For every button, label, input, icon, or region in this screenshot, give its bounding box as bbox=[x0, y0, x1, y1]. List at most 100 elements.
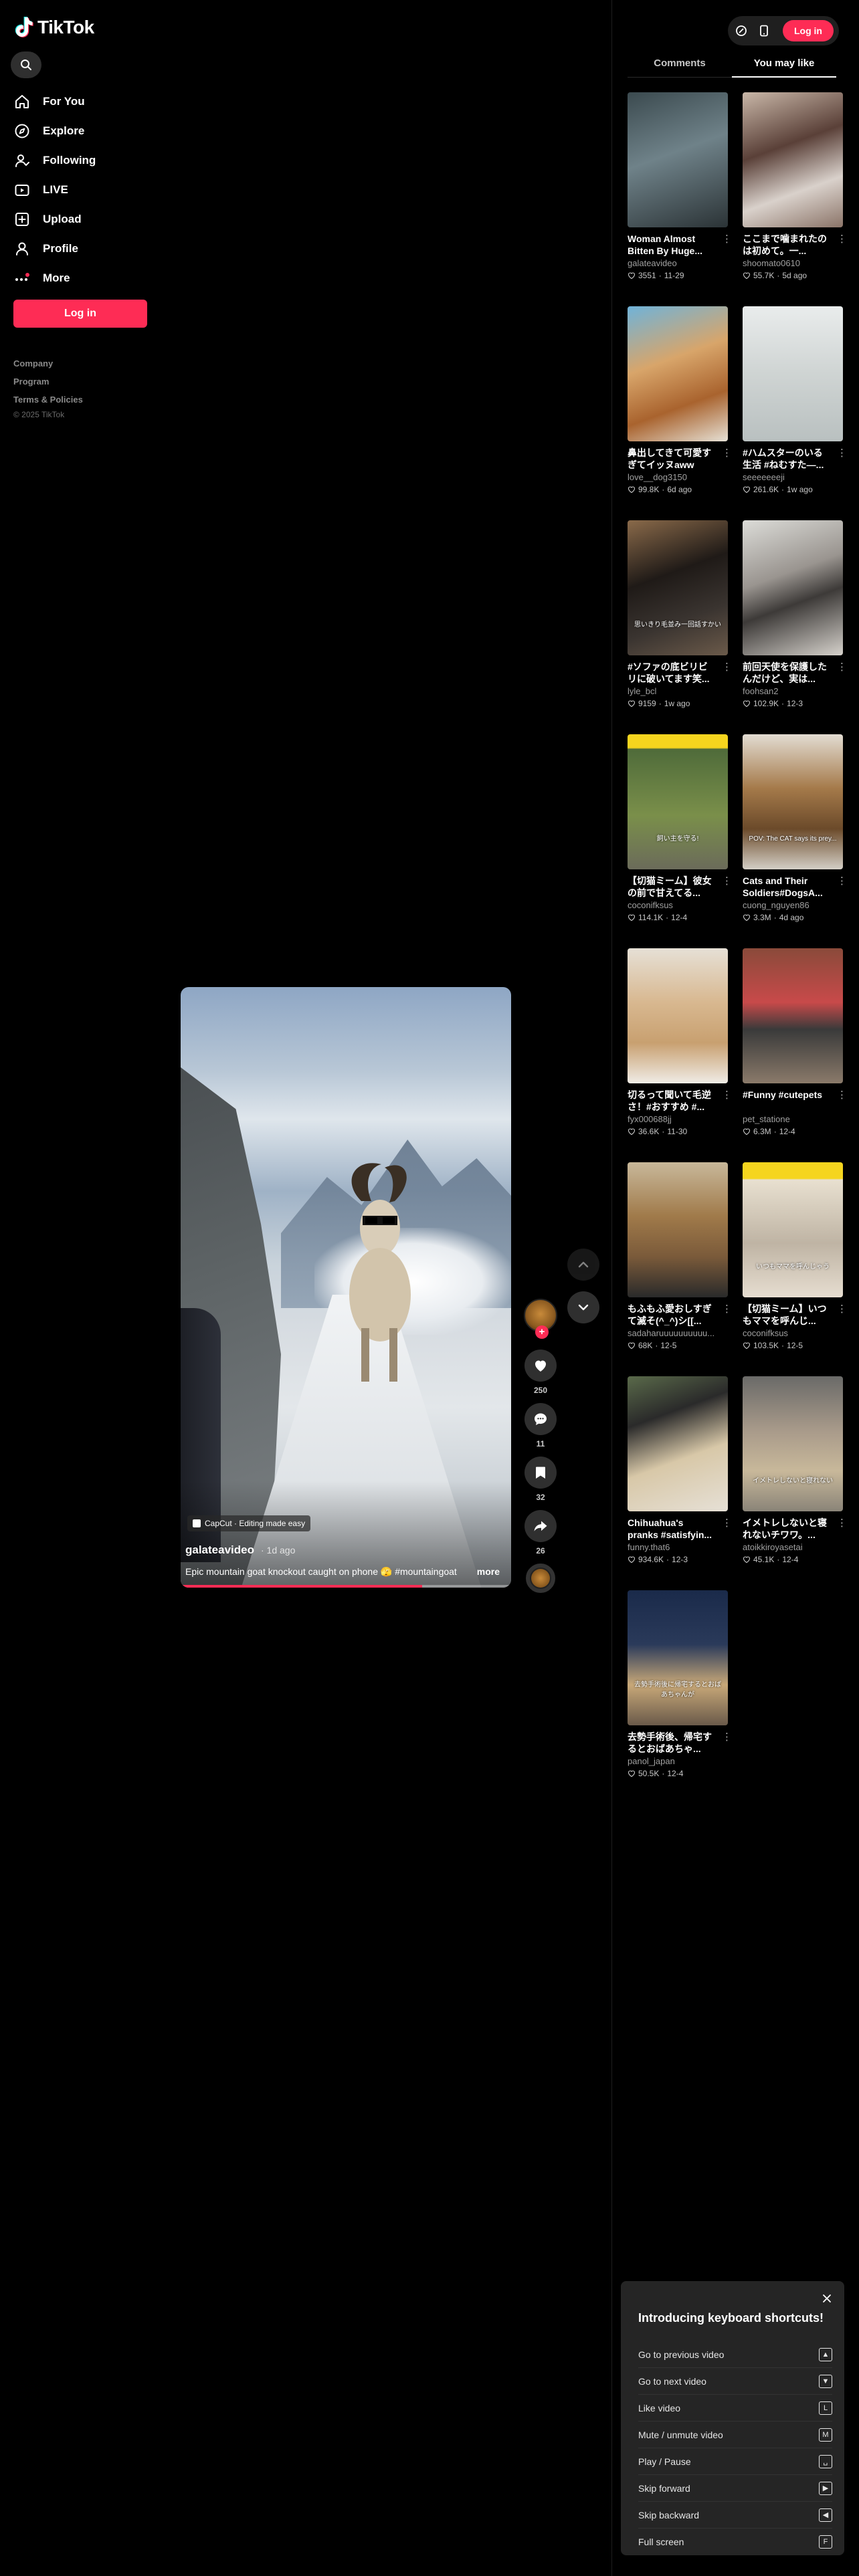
more-options-icon[interactable]: ⋮ bbox=[837, 1089, 847, 1101]
card-title[interactable]: 【切猫ミーム】いつもママを呼んじ... bbox=[743, 1303, 828, 1327]
card-author[interactable]: pet_statione bbox=[743, 1114, 843, 1125]
card-title[interactable]: #Funny #cutepets bbox=[743, 1089, 828, 1113]
card-author[interactable]: love__dog3150 bbox=[628, 472, 728, 483]
card-title[interactable]: ここまで噛まれたのは初めて。一... bbox=[743, 233, 828, 257]
more-options-icon[interactable]: ⋮ bbox=[722, 1517, 732, 1529]
card-author[interactable]: sadaharuuuuuuuuuu... bbox=[628, 1328, 728, 1339]
card-title[interactable]: 去勢手術後、帰宅するとおばあちゃ... bbox=[628, 1731, 713, 1755]
card-title[interactable]: Chihuahua's pranks #satisfyin... bbox=[628, 1517, 713, 1541]
video-progress-bar[interactable] bbox=[181, 1585, 511, 1588]
more-options-icon[interactable]: ⋮ bbox=[837, 875, 847, 887]
recommended-video-card[interactable]: 去勢手術後に帰宅するとおばあちゃんが 去勢手術後、帰宅するとおばあちゃ... ⋮… bbox=[628, 1590, 732, 1791]
capcut-badge[interactable]: CapCut · Editing made easy bbox=[187, 1515, 311, 1531]
nav-item-upload[interactable]: Upload bbox=[13, 205, 154, 234]
video-thumbnail[interactable] bbox=[628, 92, 728, 227]
video-thumbnail[interactable] bbox=[743, 948, 843, 1083]
card-title[interactable]: 切るって聞いて毛逆さ！#おすすめ #... bbox=[628, 1089, 713, 1113]
more-options-icon[interactable]: ⋮ bbox=[722, 1303, 732, 1315]
video-thumbnail[interactable]: POV: The CAT says its prey... bbox=[743, 734, 843, 869]
video-thumbnail[interactable] bbox=[628, 1162, 728, 1297]
card-author[interactable]: galateavideo bbox=[628, 258, 728, 269]
video-thumbnail[interactable] bbox=[628, 948, 728, 1083]
tiktok-logo[interactable]: TikTok bbox=[15, 16, 94, 39]
card-author[interactable]: seeeeeeeji bbox=[743, 472, 843, 483]
card-author[interactable]: cuong_nguyen86 bbox=[743, 900, 843, 911]
previous-video-button[interactable] bbox=[567, 1249, 599, 1281]
music-disc-icon[interactable] bbox=[526, 1564, 555, 1593]
card-title[interactable]: 鼻出してきて可愛すぎてイッヌaww bbox=[628, 447, 713, 471]
video-thumbnail[interactable] bbox=[743, 520, 843, 655]
comment-button[interactable] bbox=[524, 1403, 557, 1435]
more-options-icon[interactable]: ⋮ bbox=[837, 1517, 847, 1529]
author-avatar[interactable]: + bbox=[524, 1299, 557, 1339]
video-thumbnail[interactable]: イメトレしないと寝れない bbox=[743, 1376, 843, 1511]
more-options-icon[interactable]: ⋮ bbox=[722, 1089, 732, 1101]
card-author[interactable]: lyle_bcl bbox=[628, 686, 728, 697]
video-thumbnail[interactable]: 思いきり毛並み一回話すかい bbox=[628, 520, 728, 655]
footer-link-company[interactable]: Company bbox=[13, 354, 83, 372]
sidebar-login-button[interactable]: Log in bbox=[13, 300, 147, 328]
more-options-icon[interactable]: ⋮ bbox=[837, 447, 847, 459]
phone-app-icon[interactable] bbox=[756, 23, 772, 39]
recommended-video-card[interactable]: もふもふ愛おしすぎて滅そ(^_^)シ[[... ⋮ sadaharuuuuuuu… bbox=[628, 1162, 732, 1363]
tab-you-may-like[interactable]: You may like bbox=[732, 53, 836, 78]
video-thumbnail[interactable] bbox=[628, 1376, 728, 1511]
more-options-icon[interactable]: ⋮ bbox=[722, 1731, 732, 1743]
video-thumbnail[interactable] bbox=[743, 92, 843, 227]
save-button[interactable] bbox=[524, 1457, 557, 1489]
recommended-video-card[interactable]: イメトレしないと寝れない イメトレしないと寝れないチワワ。... ⋮ atoik… bbox=[743, 1376, 847, 1577]
card-author[interactable]: atoikkiroyasetai bbox=[743, 1542, 843, 1553]
card-author[interactable]: coconifksus bbox=[743, 1328, 843, 1339]
nav-item-more[interactable]: More bbox=[13, 263, 154, 293]
more-options-icon[interactable]: ⋮ bbox=[722, 447, 732, 459]
nav-item-live[interactable]: LIVE bbox=[13, 175, 154, 205]
card-title[interactable]: イメトレしないと寝れないチワワ。... bbox=[743, 1517, 828, 1541]
footer-link-program[interactable]: Program bbox=[13, 372, 83, 391]
search-button[interactable] bbox=[11, 51, 41, 78]
more-options-icon[interactable]: ⋮ bbox=[722, 661, 732, 673]
more-options-icon[interactable]: ⋮ bbox=[837, 1303, 847, 1315]
card-title[interactable]: #ソファの底ビリビリに破いてます笑... bbox=[628, 661, 713, 685]
video-thumbnail[interactable]: いつもママを呼んじゃう bbox=[743, 1162, 843, 1297]
card-author[interactable]: panol_japan bbox=[628, 1756, 728, 1767]
video-thumbnail[interactable] bbox=[743, 306, 843, 441]
tab-comments[interactable]: Comments bbox=[628, 53, 732, 77]
nav-item-profile[interactable]: Profile bbox=[13, 234, 154, 263]
recommended-video-card[interactable]: POV: The CAT says its prey... Cats and T… bbox=[743, 734, 847, 935]
footer-link-terms[interactable]: Terms & Policies bbox=[13, 391, 83, 409]
header-login-button[interactable]: Log in bbox=[783, 20, 834, 41]
card-author[interactable]: funny.that6 bbox=[628, 1542, 728, 1553]
video-thumbnail[interactable]: 去勢手術後に帰宅するとおばあちゃんが bbox=[628, 1590, 728, 1725]
recommended-video-card[interactable]: 切るって聞いて毛逆さ！#おすすめ #... ⋮ fyx000688jj 36.6… bbox=[628, 948, 732, 1149]
recommended-video-card[interactable]: Woman Almost Bitten By Huge... ⋮ galatea… bbox=[628, 92, 732, 293]
card-title[interactable]: #ハムスターのいる生活 #ねむすた—... bbox=[743, 447, 828, 471]
more-options-icon[interactable]: ⋮ bbox=[722, 233, 732, 245]
nav-item-for-you[interactable]: For You bbox=[13, 87, 154, 116]
card-author[interactable]: shoomato0610 bbox=[743, 258, 843, 269]
card-title[interactable]: 前回天使を保護したんだけど、実は... bbox=[743, 661, 828, 685]
recommended-video-card[interactable]: ここまで噛まれたのは初めて。一... ⋮ shoomato0610 55.7K … bbox=[743, 92, 847, 293]
coin-icon[interactable] bbox=[733, 23, 749, 39]
card-title[interactable]: 【切猫ミーム】彼女の前で甘えてる... bbox=[628, 875, 713, 899]
more-options-icon[interactable]: ⋮ bbox=[837, 233, 847, 245]
close-button[interactable] bbox=[820, 2292, 834, 2305]
video-thumbnail[interactable] bbox=[628, 306, 728, 441]
card-author[interactable]: foohsan2 bbox=[743, 686, 843, 697]
card-title[interactable]: Woman Almost Bitten By Huge... bbox=[628, 233, 713, 257]
like-button[interactable] bbox=[524, 1350, 557, 1382]
card-title[interactable]: Cats and Their Soldiers#DogsA... bbox=[743, 875, 828, 899]
nav-item-explore[interactable]: Explore bbox=[13, 116, 154, 146]
card-author[interactable]: coconifksus bbox=[628, 900, 728, 911]
recommended-video-card[interactable]: #ハムスターのいる生活 #ねむすた—... ⋮ seeeeeeeji 261.6… bbox=[743, 306, 847, 507]
recommended-video-card[interactable]: #Funny #cutepets ⋮ pet_statione 6.3M · 1… bbox=[743, 948, 847, 1149]
more-options-icon[interactable]: ⋮ bbox=[722, 875, 732, 887]
recommended-video-card[interactable]: 飼い主を守る! 【切猫ミーム】彼女の前で甘えてる... ⋮ coconifksu… bbox=[628, 734, 732, 935]
more-options-icon[interactable]: ⋮ bbox=[837, 661, 847, 673]
recommended-video-card[interactable]: 鼻出してきて可愛すぎてイッヌaww ⋮ love__dog3150 99.8K … bbox=[628, 306, 732, 507]
recommended-video-card[interactable]: Chihuahua's pranks #satisfyin... ⋮ funny… bbox=[628, 1376, 732, 1577]
card-title[interactable]: もふもふ愛おしすぎて滅そ(^_^)シ[[... bbox=[628, 1303, 713, 1327]
recommended-video-card[interactable]: 思いきり毛並み一回話すかい #ソファの底ビリビリに破いてます笑... ⋮ lyl… bbox=[628, 520, 732, 721]
video-player[interactable]: CapCut · Editing made easy galateavideo … bbox=[181, 987, 511, 1588]
recommended-video-card[interactable]: いつもママを呼んじゃう 【切猫ミーム】いつもママを呼んじ... ⋮ coconi… bbox=[743, 1162, 847, 1363]
nav-item-following[interactable]: Following bbox=[13, 146, 154, 175]
